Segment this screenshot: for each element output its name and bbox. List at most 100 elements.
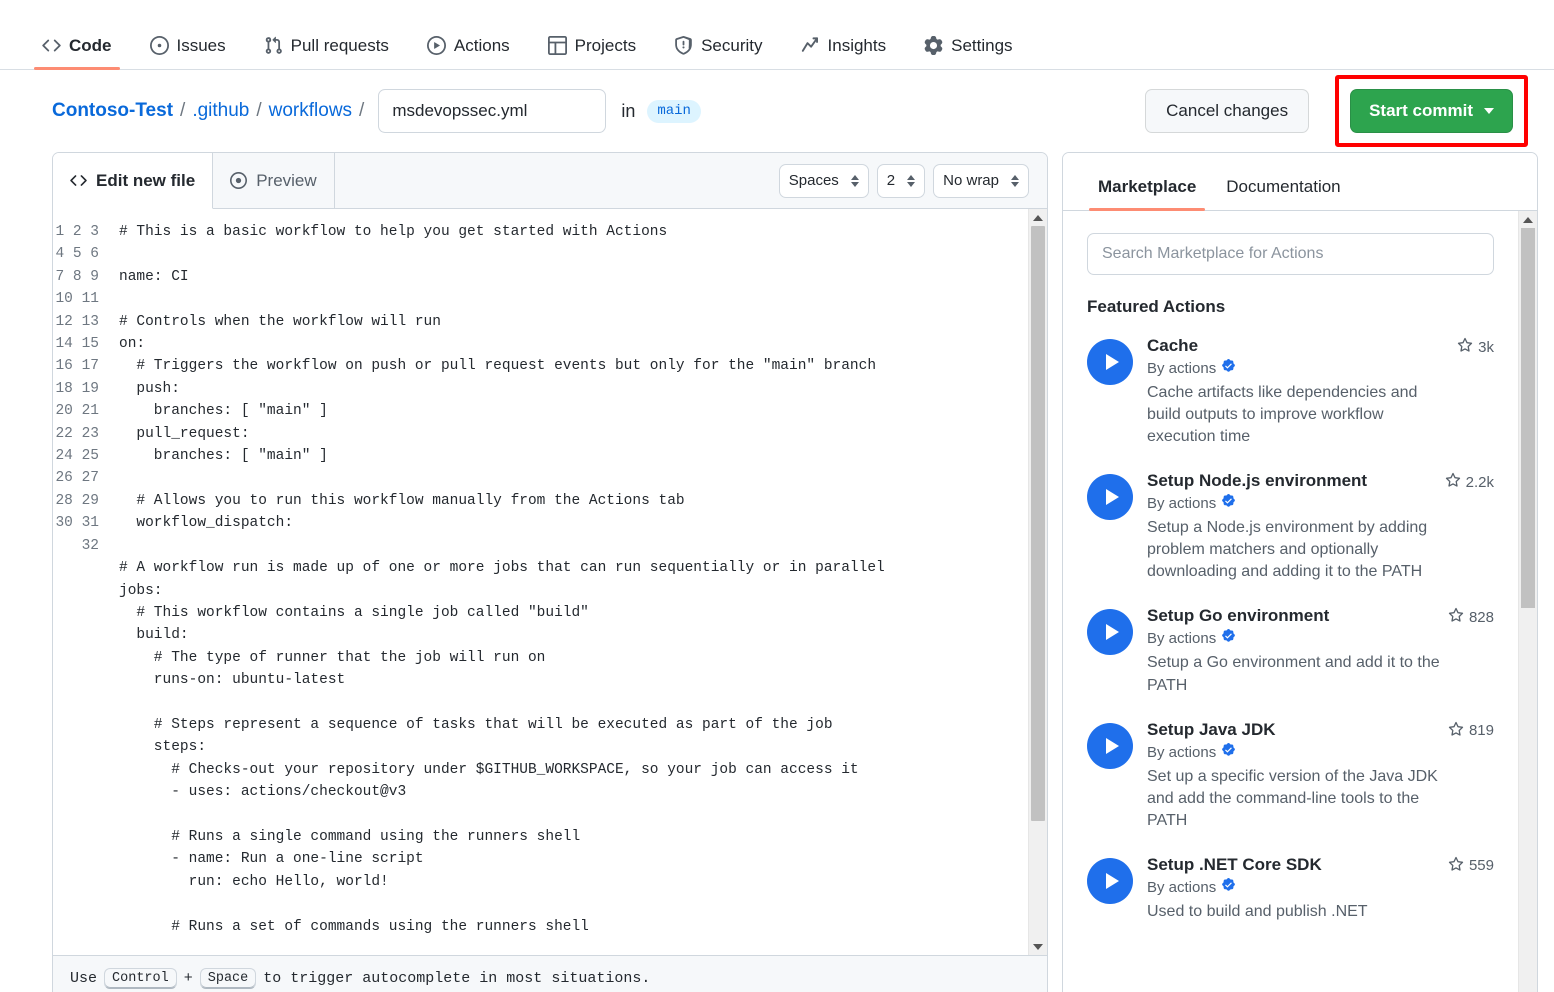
tab-documentation[interactable]: Documentation [1217, 177, 1349, 210]
star-count-value: 819 [1469, 722, 1494, 739]
nav-item-issues[interactable]: Issues [138, 36, 238, 69]
status-prefix: Use [70, 970, 97, 987]
nav-item-pull-requests[interactable]: Pull requests [252, 36, 401, 69]
action-title[interactable]: Cache [1147, 335, 1198, 356]
code-icon [70, 172, 87, 189]
list-item[interactable]: Setup Java JDK 819 By actions Set up a s… [1087, 711, 1494, 846]
star-count-value: 2.2k [1466, 474, 1494, 491]
indent-size-select[interactable]: 2 [877, 164, 925, 198]
list-item[interactable]: Setup Go environment 828 By actions Setu… [1087, 597, 1494, 710]
shield-icon [674, 36, 693, 55]
scroll-up-arrow-icon[interactable] [1519, 211, 1537, 228]
scrollbar-thumb[interactable] [1521, 228, 1535, 608]
scroll-down-arrow-icon[interactable] [1029, 938, 1047, 955]
action-logo-icon [1087, 609, 1133, 655]
star-count: 3k [1457, 335, 1494, 357]
star-icon [1457, 337, 1473, 357]
verified-badge-icon [1221, 629, 1236, 648]
verified-badge-icon [1221, 494, 1236, 513]
featured-actions-heading: Featured Actions [1087, 297, 1494, 317]
tab-edit-new-file[interactable]: Edit new file [53, 153, 213, 209]
chevron-updown-icon [851, 175, 859, 187]
nav-item-actions[interactable]: Actions [415, 36, 522, 69]
action-author: By actions [1147, 878, 1494, 897]
breadcrumb-dir-github[interactable]: .github [192, 100, 249, 122]
star-count: 819 [1448, 719, 1494, 741]
tab-preview[interactable]: Preview [213, 153, 334, 208]
nav-item-label: Settings [951, 37, 1012, 54]
action-title-row: Setup Node.js environment 2.2k [1147, 470, 1494, 492]
branch-badge: main [647, 100, 701, 123]
nav-item-label: Insights [828, 37, 887, 54]
list-item[interactable]: Setup .NET Core SDK 559 By actions Used … [1087, 846, 1494, 937]
nav-item-insights[interactable]: Insights [789, 36, 899, 69]
action-logo-icon [1087, 474, 1133, 520]
scroll-up-arrow-icon[interactable] [1029, 209, 1047, 226]
star-count: 828 [1448, 605, 1494, 627]
chevron-updown-icon [1011, 175, 1019, 187]
nav-item-settings[interactable]: Settings [912, 36, 1024, 69]
wrap-mode-select[interactable]: No wrap [933, 164, 1029, 198]
key-control: Control [104, 968, 177, 990]
issue-icon [150, 36, 169, 55]
tab-spacer [335, 153, 779, 208]
editor-status-bar: Use Control + Space to trigger autocompl… [53, 955, 1047, 992]
star-icon [1448, 607, 1464, 627]
nav-item-projects[interactable]: Projects [536, 36, 648, 69]
nav-item-label: Code [69, 37, 112, 54]
scrollbar-thumb[interactable] [1031, 226, 1045, 821]
table-icon [548, 36, 567, 55]
status-plus: + [184, 970, 193, 987]
search-input[interactable] [1087, 233, 1494, 275]
action-description: Set up a specific version of the Java JD… [1147, 766, 1447, 832]
nav-item-code[interactable]: Code [30, 36, 124, 69]
chevron-down-icon [1484, 108, 1494, 114]
nav-item-security[interactable]: Security [662, 36, 774, 69]
marketplace-inner: Featured Actions Cache 3k By actions [1063, 211, 1518, 992]
action-title[interactable]: Setup Go environment [1147, 605, 1329, 626]
action-logo-icon [1087, 723, 1133, 769]
action-body: Setup Java JDK 819 By actions Set up a s… [1147, 719, 1494, 832]
code-editor-area[interactable]: 1 2 3 4 5 6 7 8 9 10 11 12 13 14 15 16 1… [53, 209, 1047, 955]
in-label: in [621, 101, 635, 122]
action-title[interactable]: Setup Node.js environment [1147, 470, 1367, 491]
nav-item-label: Security [701, 37, 762, 54]
file-path-row: Contoso-Test / .github / workflows / in … [0, 70, 1554, 152]
marketplace-body: Featured Actions Cache 3k By actions [1063, 211, 1537, 992]
marketplace-vertical-scrollbar[interactable] [1518, 211, 1537, 992]
filename-input[interactable] [378, 89, 606, 133]
code-icon [42, 36, 61, 55]
list-item[interactable]: Cache 3k By actions Cache artifacts like… [1087, 327, 1494, 462]
action-logo-icon [1087, 339, 1133, 385]
key-space: Space [200, 968, 257, 990]
tab-marketplace[interactable]: Marketplace [1089, 177, 1205, 210]
scrollbar-track[interactable] [1519, 228, 1537, 992]
editor-vertical-scrollbar[interactable] [1028, 209, 1047, 955]
verified-badge-icon [1221, 743, 1236, 762]
repo-nav: Code Issues Pull requests Actions Projec… [0, 0, 1554, 70]
eye-icon [230, 172, 247, 189]
tab-label: Edit new file [96, 171, 195, 191]
breadcrumb-separator: / [359, 100, 364, 122]
star-count: 559 [1448, 854, 1494, 876]
git-pull-request-icon [264, 36, 283, 55]
action-author: By actions [1147, 359, 1494, 378]
scrollbar-track[interactable] [1029, 226, 1047, 938]
main-content: Edit new file Preview Spaces 2 No wrap [0, 152, 1554, 992]
wrap-mode-value: No wrap [943, 172, 999, 189]
action-title-row: Cache 3k [1147, 335, 1494, 357]
action-title[interactable]: Setup Java JDK [1147, 719, 1276, 740]
cancel-changes-button[interactable]: Cancel changes [1145, 89, 1309, 133]
action-body: Setup Go environment 828 By actions Setu… [1147, 605, 1494, 696]
code-content[interactable]: # This is a basic workflow to help you g… [111, 221, 1028, 955]
marketplace-panel: Marketplace Documentation Featured Actio… [1062, 152, 1538, 992]
action-title[interactable]: Setup .NET Core SDK [1147, 854, 1322, 875]
start-commit-button[interactable]: Start commit [1350, 89, 1513, 133]
indent-mode-select[interactable]: Spaces [779, 164, 869, 198]
line-number-gutter: 1 2 3 4 5 6 7 8 9 10 11 12 13 14 15 16 1… [53, 221, 111, 955]
action-body: Cache 3k By actions Cache artifacts like… [1147, 335, 1494, 448]
breadcrumb-repo-link[interactable]: Contoso-Test [52, 100, 173, 122]
list-item[interactable]: Setup Node.js environment 2.2k By action… [1087, 462, 1494, 597]
breadcrumb-dir-workflows[interactable]: workflows [269, 100, 352, 122]
gear-icon [924, 36, 943, 55]
